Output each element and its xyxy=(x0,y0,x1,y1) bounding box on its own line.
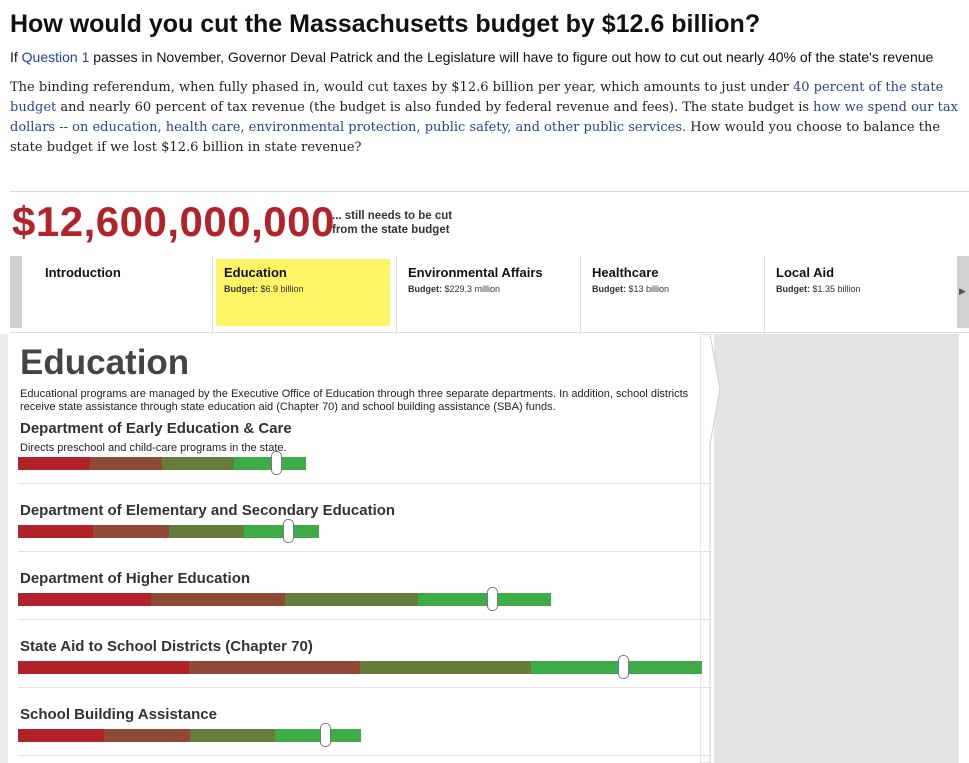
budget-slider-track[interactable] xyxy=(18,661,702,674)
slider-segment xyxy=(189,661,360,674)
slider-segment xyxy=(93,525,169,538)
triangle-right-icon: ▶ xyxy=(959,286,966,296)
slider-segment xyxy=(162,457,234,470)
budget-slider-track[interactable] xyxy=(18,457,306,470)
slider-handle[interactable] xyxy=(618,655,629,679)
intro-text: If Question 1 passes in November, Govern… xyxy=(10,49,934,65)
department-description: Directs preschool and child-care program… xyxy=(20,442,287,454)
section-title: Education xyxy=(20,343,190,382)
row-divider xyxy=(18,755,712,756)
page-title: How would you cut the Massachusetts budg… xyxy=(10,10,761,38)
slider-segment xyxy=(18,661,189,674)
side-panel xyxy=(714,334,959,763)
slider-handle[interactable] xyxy=(271,451,282,475)
tab-local-aid[interactable]: Local Aid Budget: $1.35 billion xyxy=(765,256,957,332)
divider xyxy=(10,191,969,192)
slider-segment xyxy=(531,661,702,674)
slider-segment xyxy=(417,593,551,606)
department-name: Department of Elementary and Secondary E… xyxy=(20,502,396,519)
slider-segment xyxy=(18,593,152,606)
slider-segment xyxy=(275,729,361,742)
department-name: Department of Early Education & Care xyxy=(20,420,292,437)
slider-segment xyxy=(103,729,190,742)
tab-healthcare[interactable]: Healthcare Budget: $13 billion xyxy=(581,256,765,332)
department-name: Department of Higher Education xyxy=(20,570,251,587)
department-name: State Aid to School Districts (Chapter 7… xyxy=(20,638,313,655)
budget-slider-track[interactable] xyxy=(18,729,361,742)
row-divider xyxy=(18,619,712,620)
budget-slider-track[interactable] xyxy=(18,525,319,538)
slider-handle[interactable] xyxy=(283,519,294,543)
budget-app: How would you cut the Massachusetts budg… xyxy=(10,0,969,333)
slider-segment xyxy=(18,457,90,470)
tab-environmental-affairs[interactable]: Environmental Affairs Budget: $229.3 mil… xyxy=(397,256,581,332)
slider-segment xyxy=(168,525,244,538)
slider-segment xyxy=(18,525,94,538)
category-tabs: Introduction Education Budget: $6.9 bill… xyxy=(10,256,969,333)
panel-pointer xyxy=(700,334,721,763)
slider-segment xyxy=(284,593,418,606)
row-divider xyxy=(18,483,712,484)
department-name: School Building Assistance xyxy=(20,706,217,723)
panel-left-edge xyxy=(0,334,8,763)
row-divider xyxy=(18,551,712,552)
tabs-scroll-left[interactable] xyxy=(10,256,22,328)
body-text: The binding referendum, when fully phase… xyxy=(10,80,958,155)
slider-segment xyxy=(151,593,285,606)
slider-handle[interactable] xyxy=(320,723,331,747)
section-description: Educational programs are managed by the … xyxy=(20,388,689,413)
question-1-link[interactable]: Question 1 xyxy=(22,49,90,65)
tab-education[interactable]: Education Budget: $6.9 billion xyxy=(213,256,397,332)
tabs-scroll-right[interactable]: ▶ xyxy=(957,256,969,328)
slider-handle[interactable] xyxy=(487,587,498,611)
slider-segment xyxy=(18,729,104,742)
slider-segment xyxy=(90,457,162,470)
budget-slider-track[interactable] xyxy=(18,593,551,606)
slider-segment xyxy=(243,525,319,538)
row-divider xyxy=(18,687,712,688)
slider-segment xyxy=(234,457,306,470)
tab-introduction[interactable]: Introduction xyxy=(22,256,213,332)
remaining-cut-amount: $12,600,000,000 xyxy=(12,198,335,245)
remaining-cut-note: ... still needs to be cut from the state… xyxy=(332,210,453,236)
slider-segment xyxy=(189,729,276,742)
slider-segment xyxy=(360,661,531,674)
